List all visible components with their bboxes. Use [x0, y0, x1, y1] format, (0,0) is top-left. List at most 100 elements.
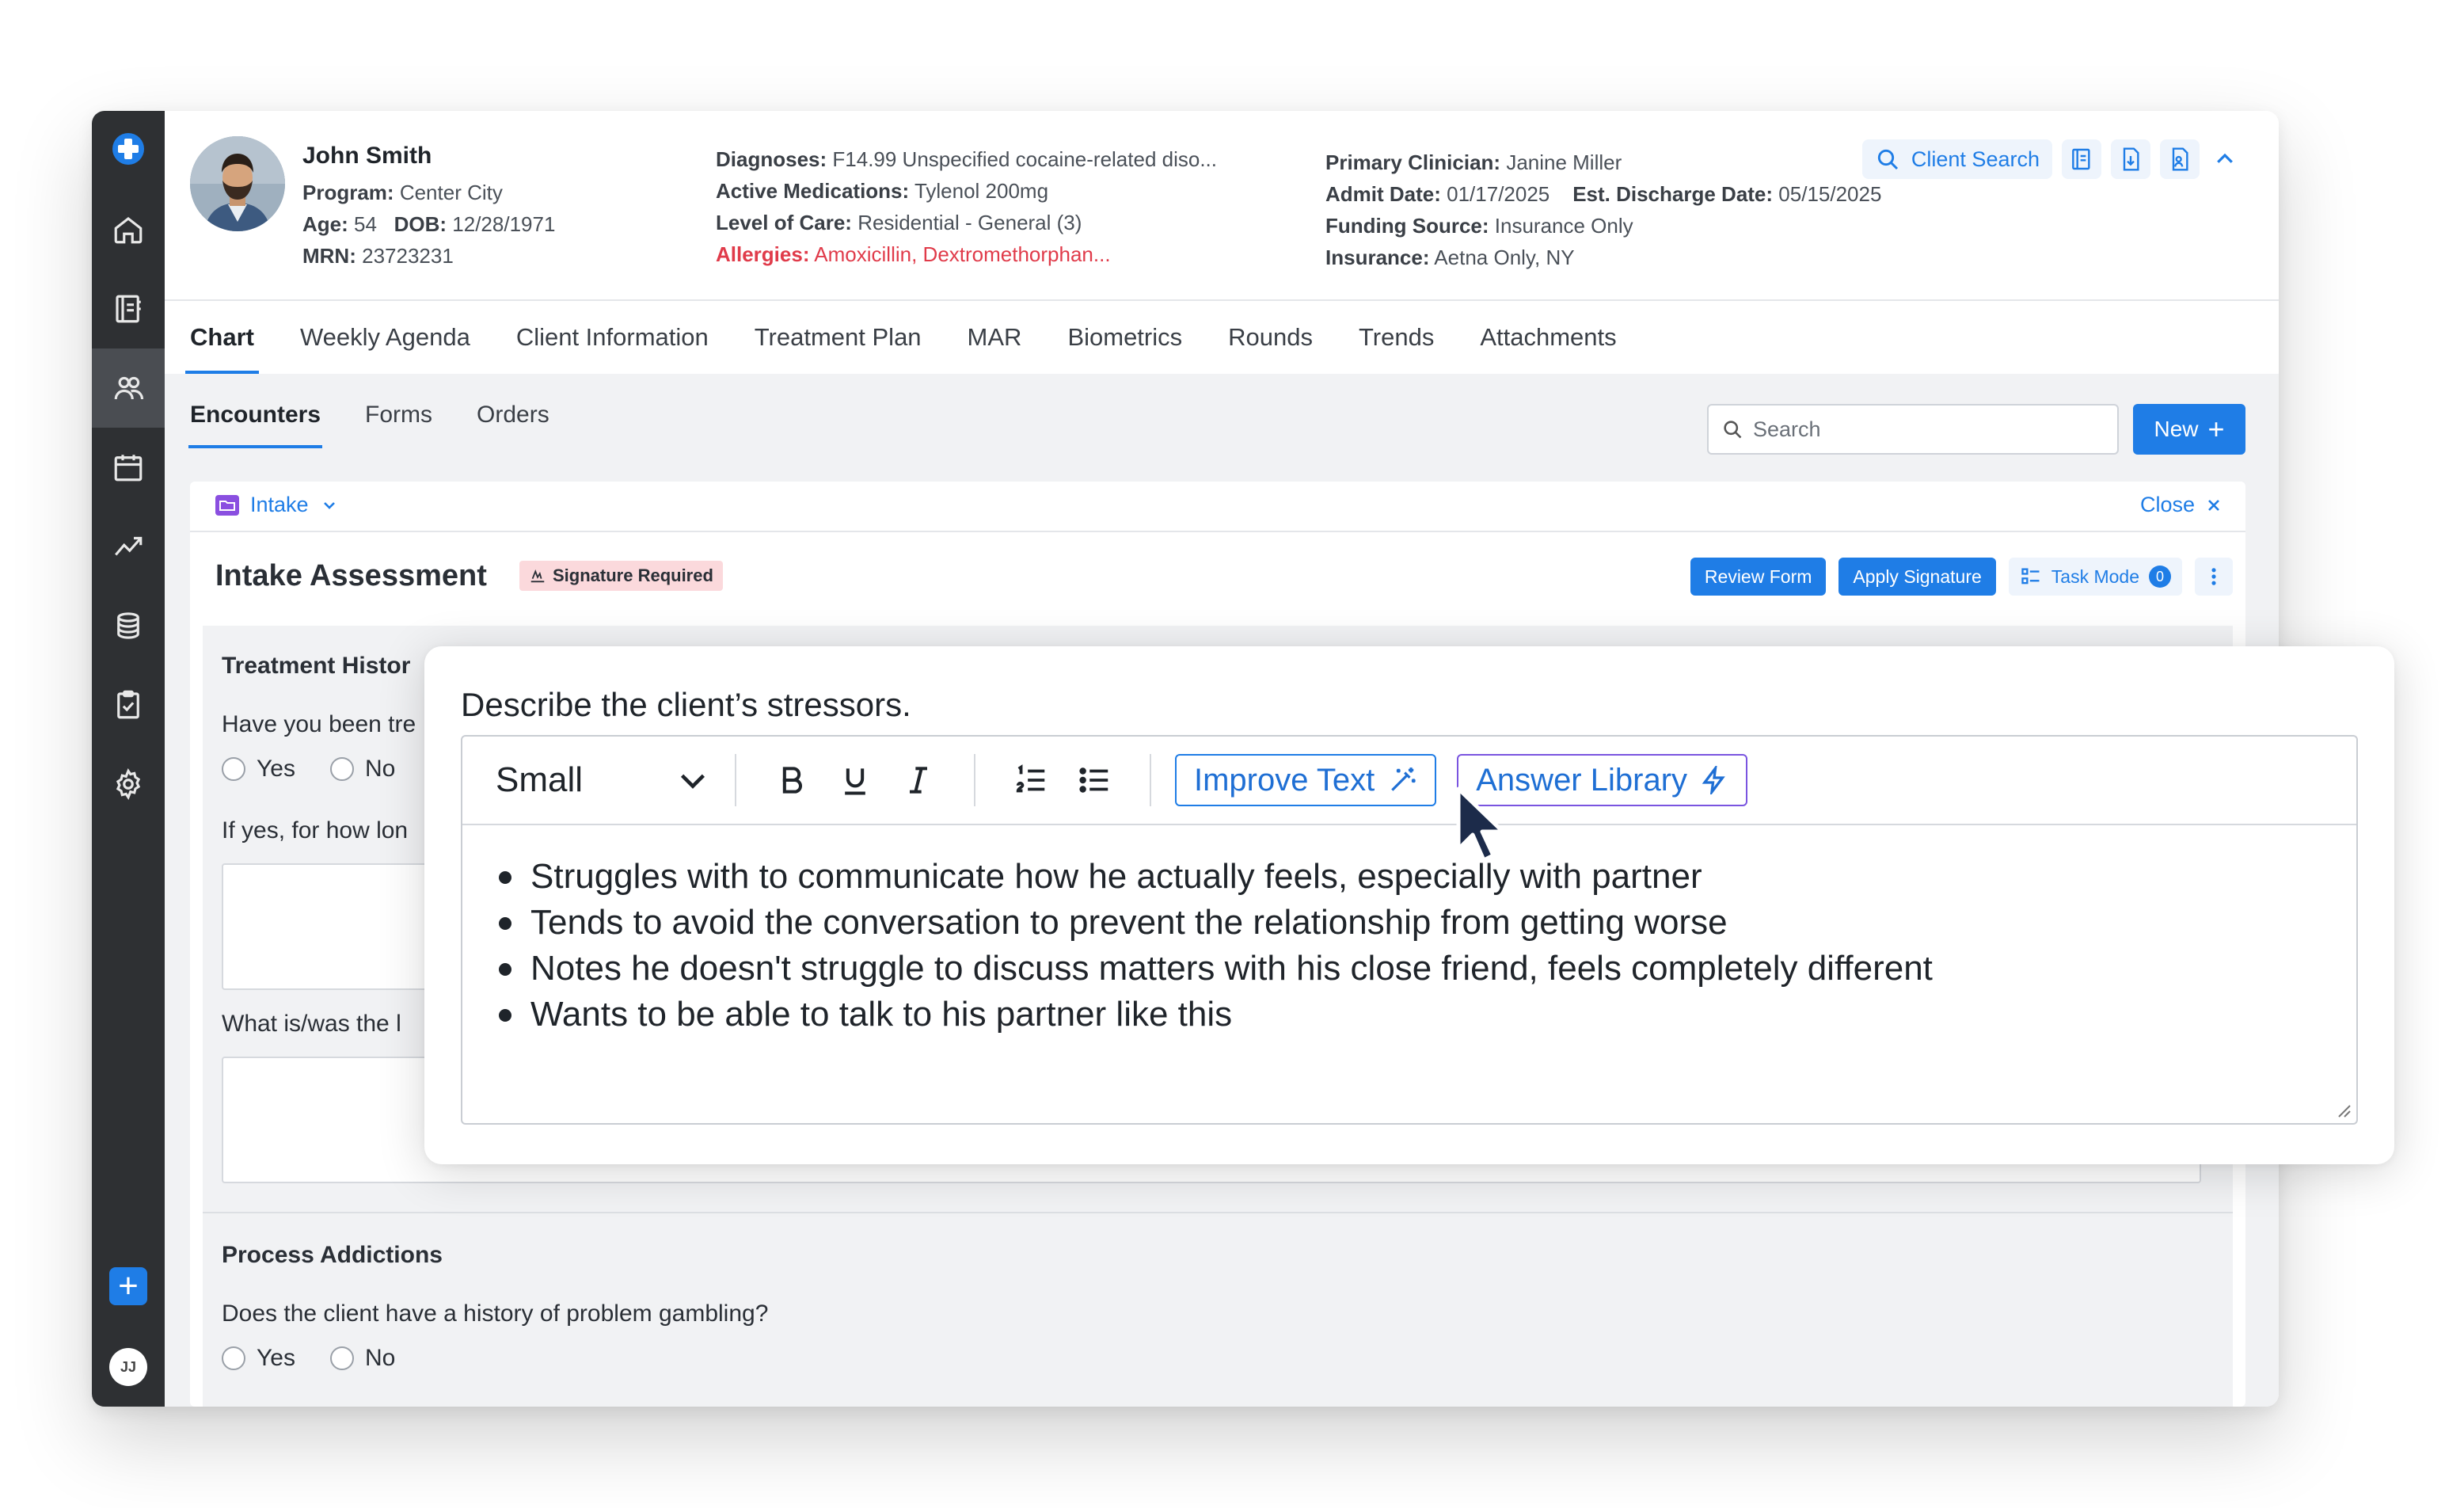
- radio-circle: [222, 757, 245, 781]
- client-search-button[interactable]: Client Search: [1861, 139, 2052, 179]
- question-prior-treatment: Have you been tre: [222, 711, 416, 737]
- radio-option-no[interactable]: No: [329, 756, 395, 783]
- sidebar-item-records[interactable]: [92, 269, 165, 348]
- question-what-was: What is/was the l: [222, 1011, 401, 1037]
- add-button[interactable]: +: [109, 1267, 147, 1305]
- sidebar-item-home[interactable]: [92, 190, 165, 269]
- kebab-menu-icon: [2211, 568, 2216, 585]
- sidebar-item-analytics[interactable]: [92, 507, 165, 586]
- client-photo-illustration: [190, 136, 285, 231]
- italic-button[interactable]: [896, 758, 941, 802]
- client-funding: Funding Source: Insurance Only: [1325, 214, 1633, 238]
- tab-rounds[interactable]: Rounds: [1228, 301, 1313, 374]
- task-mode-button[interactable]: Task Mode 0: [2008, 558, 2182, 596]
- signature-icon: [530, 569, 545, 583]
- toolbar-separator: [974, 754, 975, 806]
- review-form-button[interactable]: Review Form: [1690, 558, 1827, 596]
- list-item: Wants to be able to talk to his partner …: [494, 992, 2325, 1038]
- resize-handle-icon[interactable]: [2334, 1101, 2352, 1118]
- underline-button[interactable]: [833, 758, 877, 802]
- address-book-icon: [116, 295, 141, 323]
- subtab-orders[interactable]: Orders: [477, 374, 549, 456]
- users-icon: [114, 376, 144, 400]
- client-diagnoses: Diagnoses: F14.99 Unspecified cocaine-re…: [716, 147, 1217, 171]
- download-document-button[interactable]: [2111, 139, 2150, 179]
- mouse-pointer-icon: [1456, 786, 1505, 863]
- apply-signature-button[interactable]: Apply Signature: [1838, 558, 1996, 596]
- radio-option-yes[interactable]: Yes: [222, 756, 295, 783]
- subtab-encounters[interactable]: Encounters: [188, 374, 323, 456]
- sidebar-item-billing[interactable]: [92, 586, 165, 665]
- user-avatar[interactable]: JJ: [109, 1348, 147, 1386]
- intake-dropdown[interactable]: Intake: [215, 493, 339, 517]
- tab-biometrics[interactable]: Biometrics: [1067, 301, 1182, 374]
- search-icon: [1877, 149, 1898, 170]
- popup-question: Describe the client’s stressors.: [461, 686, 911, 723]
- plus-icon: +: [118, 1266, 139, 1305]
- brand-logo-icon[interactable]: [111, 131, 146, 166]
- editor-content[interactable]: Struggles with to communicate how he act…: [494, 854, 2325, 1038]
- sidebar-item-settings[interactable]: [92, 744, 165, 824]
- section-title-process-addictions: Process Addictions: [222, 1242, 443, 1268]
- clipboard-check-icon: [117, 690, 139, 719]
- client-age-dob: Age: 54 DOB: 12/28/1971: [302, 212, 556, 236]
- client-photo: [190, 136, 285, 231]
- client-dates: Admit Date: 01/17/2025 Est. Discharge Da…: [1325, 182, 1882, 206]
- bold-button[interactable]: [770, 758, 814, 802]
- home-icon: [114, 217, 143, 244]
- rich-text-editor[interactable]: Small Improve Text Answer Library Strugg…: [461, 735, 2358, 1125]
- improve-text-button[interactable]: Improve Text: [1175, 754, 1437, 806]
- subtab-forms[interactable]: Forms: [365, 374, 432, 456]
- lightning-icon: [1702, 766, 1725, 794]
- tab-attachments[interactable]: Attachments: [1480, 301, 1616, 374]
- bullet-list-icon: [1079, 767, 1108, 793]
- form-card-bar: Intake Close: [190, 482, 2245, 532]
- main-tabs: Chart Weekly Agenda Client Information T…: [165, 301, 2279, 374]
- list-item: Notes he doesn't struggle to discuss mat…: [494, 946, 2325, 992]
- folder-icon: [215, 494, 239, 516]
- sidebar: + JJ: [92, 111, 165, 1407]
- radio-group-prior-treatment: Yes No: [222, 756, 414, 783]
- tab-treatment-plan[interactable]: Treatment Plan: [755, 301, 922, 374]
- tab-chart[interactable]: Chart: [185, 301, 259, 374]
- radio-group-gambling: Yes No: [222, 1345, 414, 1372]
- checklist-icon: [2021, 568, 2040, 585]
- radio-circle: [329, 1346, 354, 1370]
- tab-client-information[interactable]: Client Information: [516, 301, 709, 374]
- chevron-up-icon: [2217, 153, 2233, 163]
- tab-trends[interactable]: Trends: [1359, 301, 1434, 374]
- client-record-button[interactable]: [2062, 139, 2101, 179]
- more-options-button[interactable]: [2195, 558, 2233, 596]
- radio-option-no[interactable]: No: [329, 1345, 395, 1372]
- plus-icon: +: [2207, 413, 2225, 445]
- sidebar-item-clients[interactable]: [92, 348, 165, 428]
- ordered-list-icon: [1016, 764, 1045, 793]
- client-level-of-care: Level of Care: Residential - General (3): [716, 211, 1082, 234]
- question-gambling: Does the client have a history of proble…: [222, 1300, 769, 1327]
- client-name: John Smith: [302, 143, 432, 169]
- calendar-icon: [114, 455, 143, 482]
- client-file-button[interactable]: [2160, 139, 2200, 179]
- bullet-list-button[interactable]: [1072, 758, 1116, 802]
- collapse-header-button[interactable]: [2209, 139, 2241, 179]
- sidebar-item-tasks[interactable]: [92, 665, 165, 744]
- search-placeholder: Search: [1753, 417, 1821, 441]
- radio-option-yes[interactable]: Yes: [222, 1345, 295, 1372]
- toolbar-separator: [735, 754, 736, 806]
- new-button[interactable]: New +: [2133, 404, 2245, 455]
- close-form-button[interactable]: Close: [2140, 493, 2223, 517]
- chevron-down-icon: [680, 774, 705, 789]
- sub-tabs: Encounters Forms Orders: [188, 374, 549, 456]
- form-title: Intake Assessment: [215, 559, 487, 592]
- tab-mar[interactable]: MAR: [968, 301, 1022, 374]
- client-header: John Smith Program: Center City Age: 54 …: [165, 111, 2279, 301]
- bold-icon: [782, 767, 802, 794]
- font-size-select[interactable]: Small: [496, 760, 711, 800]
- coins-icon: [117, 612, 139, 639]
- sidebar-item-calendar[interactable]: [92, 428, 165, 507]
- list-item: Struggles with to communicate how he act…: [494, 854, 2325, 900]
- tab-weekly-agenda[interactable]: Weekly Agenda: [300, 301, 470, 374]
- underline-icon: [845, 768, 865, 795]
- ordered-list-button[interactable]: [1009, 758, 1053, 802]
- search-input[interactable]: Search: [1707, 404, 2119, 455]
